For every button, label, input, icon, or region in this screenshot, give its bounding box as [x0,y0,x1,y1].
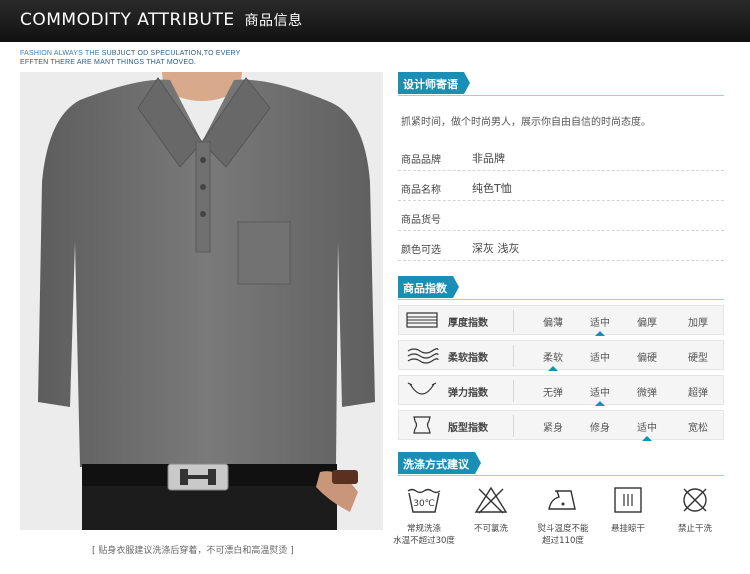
wash-text: 不可氯洗 [473,524,508,534]
wash-text: 禁止干洗 [677,524,712,534]
attr-row-item-number: 商品货号 [398,203,724,231]
tagline-line2: EFFTEN THERE ARE MANT THINGS THAT MOVEO. [20,59,197,66]
iron-icon [548,490,576,510]
index-heading: 商品指数 [398,276,459,298]
attr-value: 纯色T恤 [472,182,512,195]
index-option: 偏厚 [637,318,657,329]
index-option: 宽松 [688,423,708,434]
index-row-elasticity: 弹力指数 无弹 适中 微弹 超弹 [398,375,724,406]
index-selected-marker [548,366,558,371]
attr-label: 商品货号 [401,215,441,226]
index-option: 偏硬 [637,353,657,364]
wash-tub-icon: 30℃ [407,488,441,513]
page-title: COMMODITY ATTRIBUTE 商品信息 [20,10,303,30]
page-title-en: COMMODITY ATTRIBUTE [20,10,235,30]
index-option: 无弹 [543,388,563,399]
index-option: 紧身 [543,423,563,434]
index-option: 适中 [590,353,610,364]
wash-heading: 洗涤方式建议 [398,452,481,474]
wash-divider [398,475,724,476]
attr-row-brand: 商品品牌 非品牌 [398,143,724,171]
attr-value: 非品牌 [472,152,505,165]
index-option: 偏薄 [543,318,563,329]
wash-temp-label: 30℃ [413,499,435,509]
index-row-thickness: 厚度指数 偏薄 适中 偏厚 加厚 [398,305,724,336]
index-label: 柔软指数 [448,353,488,364]
index-row-softness: 柔软指数 柔软 适中 偏硬 硬型 [398,340,724,371]
index-label: 弹力指数 [448,388,488,399]
wash-item-hang-dry: 悬挂晾干 [593,485,663,535]
attr-label: 颜色可选 [401,245,441,256]
index-separator [513,345,514,367]
thickness-icon [406,312,438,328]
wash-text: 悬挂晾干 [610,524,645,534]
designer-divider [398,95,724,96]
attr-label: 商品名称 [401,185,441,196]
photo-caption: [ 贴身衣服建议洗涤后穿着，不可漂白和高温熨烫 ] [92,546,294,556]
wash-text: 熨斗温度不能 [537,524,589,534]
index-separator [513,310,514,332]
index-separator [513,415,514,437]
hang-dry-icon [614,487,642,513]
tagline-line1-a: FASHION ALWAYS THE [20,50,100,57]
index-selected-marker [642,436,652,441]
tagline: FASHION ALWAYS THE SUBJUCT OD SPECULATIO… [20,49,240,67]
shirt-illustration [20,72,383,530]
designer-heading: 设计师寄语 [398,72,470,94]
wash-item-iron: 熨斗温度不能 超过110度 [528,485,598,547]
elasticity-icon [407,382,437,395]
attr-row-colors: 颜色可选 深灰 浅灰 [398,233,724,261]
index-option: 超弹 [688,388,708,399]
page-title-cn: 商品信息 [244,13,303,29]
index-row-fit: 版型指数 紧身 修身 适中 宽松 [398,410,724,441]
index-option: 修身 [590,423,610,434]
wash-text: 水温不超过30度 [393,536,455,546]
attr-row-name: 商品名称 纯色T恤 [398,173,724,201]
index-option: 加厚 [688,318,708,329]
index-option: 柔软 [543,353,563,364]
product-photo [20,72,383,530]
index-label: 厚度指数 [448,318,488,329]
designer-slogan: 抓紧时间，做个时尚男人，展示你自由自信的时尚态度。 [401,117,651,128]
index-option: 微弹 [637,388,657,399]
attr-label: 商品品牌 [401,155,441,166]
index-divider [398,299,724,300]
tagline-line1-b: SUBJUCT OD SPECULATION,TO EVERY [101,50,241,57]
index-separator [513,380,514,402]
index-option: 适中 [590,388,610,399]
attr-value: 深灰 浅灰 [472,242,520,255]
wash-item-no-bleach: 不可氯洗 [456,485,526,535]
index-option: 适中 [637,423,657,434]
index-option: 硬型 [688,353,708,364]
softness-icon [407,348,439,364]
index-label: 版型指数 [448,423,488,434]
wash-text: 超过110度 [542,536,584,546]
wash-item-regular: 30℃ 常规洗涤水温不超过30度 [389,485,459,547]
no-dry-clean-icon [683,488,707,512]
index-selected-marker [595,331,605,336]
fit-icon [413,416,431,434]
index-selected-marker [595,401,605,406]
wash-item-no-dry-clean: 禁止干洗 [660,485,730,535]
index-option: 适中 [590,318,610,329]
no-bleach-icon [474,486,508,514]
header-banner: COMMODITY ATTRIBUTE 商品信息 [0,0,750,42]
wash-text: 常规洗涤 [406,524,441,534]
